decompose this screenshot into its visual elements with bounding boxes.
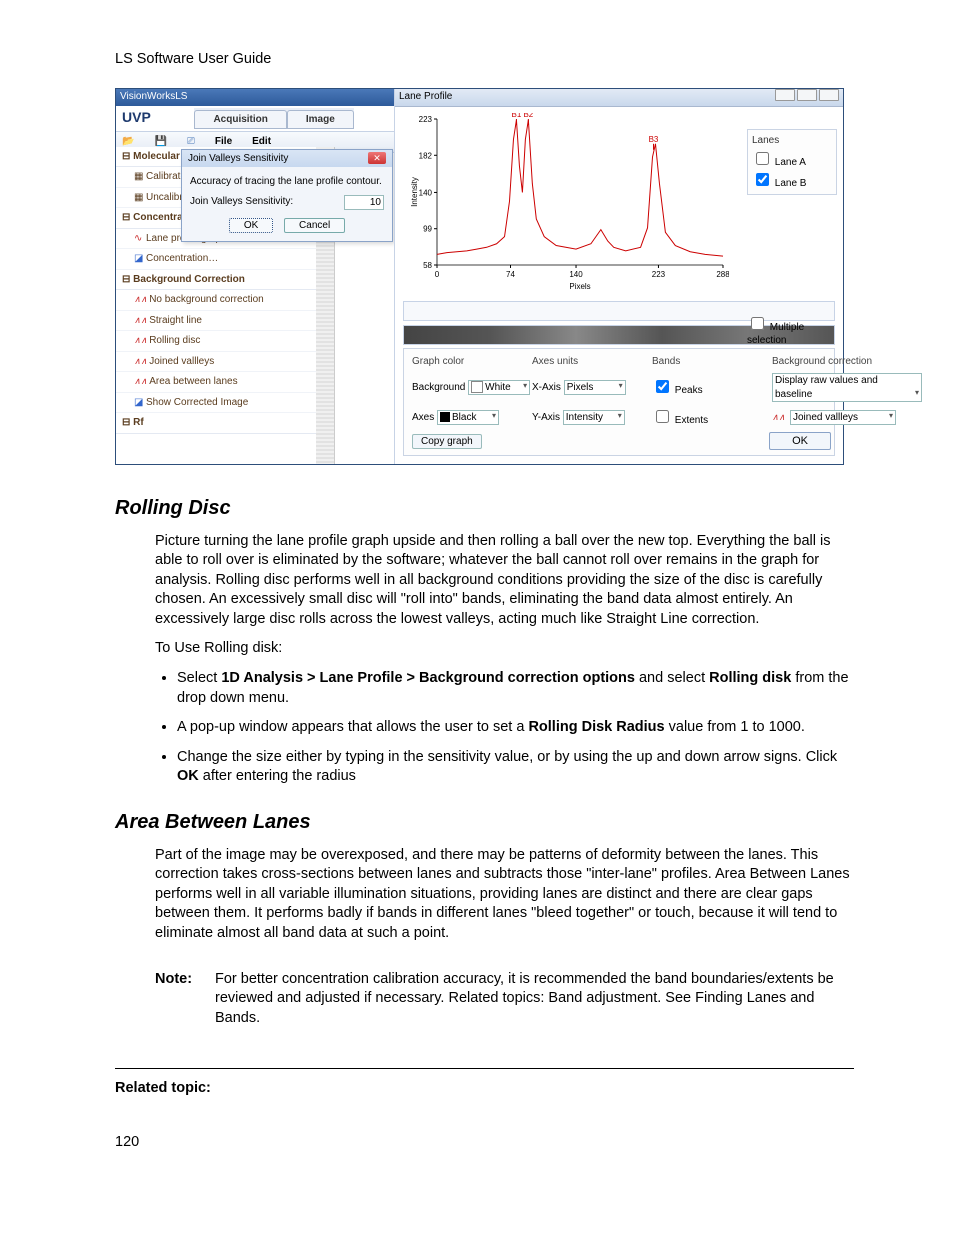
lane-b-checkbox[interactable]: Lane B bbox=[752, 170, 832, 191]
item-area-between-lanes[interactable]: ∧∧Area between lanes bbox=[116, 372, 316, 393]
item-no-bg-correction[interactable]: ∧∧No background correction bbox=[116, 290, 316, 311]
svg-text:223: 223 bbox=[419, 115, 433, 124]
bg-correction-select[interactable]: Joined vallleys bbox=[790, 410, 896, 426]
svg-text:140: 140 bbox=[569, 270, 583, 279]
popup-title: Join Valleys Sensitivity bbox=[188, 152, 288, 166]
uvp-logo: UVP bbox=[122, 109, 151, 125]
hdr-axes-units: Axes units bbox=[532, 355, 652, 369]
svg-text:140: 140 bbox=[419, 188, 433, 197]
heading-area-between-lanes: Area Between Lanes bbox=[115, 809, 854, 836]
item-concentration[interactable]: ◪Concentration… bbox=[116, 249, 316, 270]
sensitivity-input[interactable] bbox=[344, 195, 384, 210]
item-rolling-disc[interactable]: ∧∧Rolling disc bbox=[116, 331, 316, 352]
yaxis-select[interactable]: Intensity bbox=[563, 410, 625, 426]
svg-text:99: 99 bbox=[423, 224, 432, 233]
chart-area: 58 99 140 182 223 0 74 140 223 288 Pixels Intensity… bbox=[395, 107, 843, 297]
svg-text:182: 182 bbox=[419, 151, 433, 160]
section-rf[interactable]: ⊟ Rf bbox=[116, 413, 316, 434]
svg-text:B2: B2 bbox=[523, 113, 533, 119]
xaxis-select[interactable]: Pixels bbox=[564, 380, 626, 396]
lanes-header: Lanes bbox=[752, 134, 832, 148]
note-row: Note: For better concentration calibrati… bbox=[155, 970, 854, 1029]
extents-checkbox[interactable]: Extents bbox=[652, 415, 708, 426]
section-bg-correction[interactable]: ⊟ Background Correction bbox=[116, 270, 316, 291]
svg-text:58: 58 bbox=[423, 261, 432, 270]
popup-description: Accuracy of tracing the lane profile con… bbox=[190, 175, 384, 189]
svg-text:74: 74 bbox=[506, 270, 515, 279]
lane-a-checkbox[interactable]: Lane A bbox=[752, 149, 832, 170]
window-buttons[interactable] bbox=[773, 89, 839, 106]
page-header: LS Software User Guide bbox=[115, 50, 854, 70]
area-between-p1: Part of the image may be overexposed, an… bbox=[155, 846, 854, 944]
popup-label: Join Valleys Sensitivity: bbox=[190, 196, 293, 207]
display-raw-select[interactable]: Display raw values and baseline bbox=[772, 373, 922, 402]
rolling-disc-bullet-2: A pop-up window appears that allows the … bbox=[177, 718, 854, 738]
lanes-box: Lanes Lane A Lane B bbox=[747, 129, 837, 196]
item-joined-valleys[interactable]: ∧∧Joined vallleys bbox=[116, 352, 316, 373]
close-icon[interactable]: ✕ bbox=[368, 152, 386, 164]
panel-title: Lane Profile bbox=[399, 90, 452, 104]
yaxis-label: Y-Axis bbox=[532, 412, 560, 423]
lane-profile-chart: 58 99 140 182 223 0 74 140 223 288 Pixels Intensity… bbox=[409, 113, 729, 293]
svg-text:0: 0 bbox=[435, 270, 440, 279]
svg-text:223: 223 bbox=[652, 270, 666, 279]
panel-ok-button[interactable]: OK bbox=[769, 432, 831, 450]
hdr-bg-correction: Background correction bbox=[772, 355, 922, 369]
axes-color-select[interactable]: Black bbox=[437, 410, 499, 426]
bg-label: Background bbox=[412, 382, 465, 393]
rolling-disc-bullet-1: Select 1D Analysis > Lane Profile > Back… bbox=[177, 669, 854, 708]
note-text: For better concentration calibration acc… bbox=[215, 970, 854, 1029]
ok-button[interactable]: OK bbox=[229, 218, 273, 233]
svg-text:B1: B1 bbox=[512, 113, 522, 119]
copy-graph-button[interactable]: Copy graph bbox=[412, 434, 482, 449]
app-title: VisionWorksLS bbox=[120, 90, 187, 104]
xaxis-label: X-Axis bbox=[532, 382, 561, 393]
hdr-bands: Bands bbox=[652, 355, 772, 369]
app-screenshot: VisionWorksLS UVP Acquisition Image 📂 💾 … bbox=[115, 88, 844, 465]
lane-profile-panel: Lane Profile 58 99 140 182 223 0 74 140 223 288 Pi… bbox=[394, 89, 843, 464]
rolling-disc-p2: To Use Rolling disk: bbox=[155, 639, 854, 659]
rolling-disc-p1: Picture turning the lane profile graph u… bbox=[155, 532, 854, 630]
tab-acquisition[interactable]: Acquisition bbox=[194, 110, 286, 130]
svg-text:288: 288 bbox=[716, 270, 729, 279]
page-number: 120 bbox=[115, 1133, 854, 1153]
multiple-selection-checkbox[interactable]: Multiple selection bbox=[747, 314, 837, 348]
hdr-graph-color: Graph color bbox=[412, 355, 532, 369]
tab-image[interactable]: Image bbox=[287, 110, 354, 130]
peaks-checkbox[interactable]: Peaks bbox=[652, 385, 703, 396]
divider bbox=[115, 1068, 854, 1069]
svg-text:Intensity: Intensity bbox=[410, 177, 419, 207]
item-straight-line[interactable]: ∧∧Straight line bbox=[116, 311, 316, 332]
item-show-corrected-image[interactable]: ◪Show Corrected Image bbox=[116, 393, 316, 414]
svg-text:Pixels: Pixels bbox=[569, 282, 590, 291]
svg-text:B3: B3 bbox=[649, 134, 659, 143]
heading-rolling-disc: Rolling Disc bbox=[115, 495, 854, 522]
join-valleys-popup: Join Valleys Sensitivity ✕ Accuracy of t… bbox=[181, 149, 393, 243]
rolling-disc-bullet-3: Change the size either by typing in the … bbox=[177, 748, 854, 787]
cancel-button[interactable]: Cancel bbox=[284, 218, 345, 233]
axes-label: Axes bbox=[412, 412, 434, 423]
bg-color-select[interactable]: White bbox=[468, 380, 530, 396]
related-topic: Related topic: bbox=[115, 1079, 854, 1099]
